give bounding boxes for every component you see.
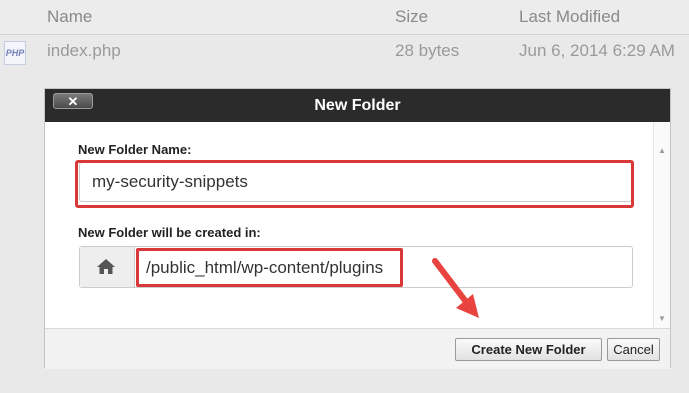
- cancel-button[interactable]: Cancel: [607, 338, 660, 361]
- dialog-body: ▲ ▼ New Folder Name: New Folder will be …: [45, 122, 670, 328]
- dialog-scrollbar[interactable]: ▲ ▼: [653, 122, 670, 328]
- file-name: index.php: [47, 41, 121, 60]
- folder-name-label: New Folder Name:: [78, 142, 192, 157]
- location-path-field[interactable]: /public_html/wp-content/plugins: [79, 246, 633, 288]
- create-folder-button[interactable]: Create New Folder: [455, 338, 602, 361]
- column-size-header[interactable]: Size: [395, 7, 428, 27]
- new-folder-dialog: ✕ New Folder ▲ ▼ New Folder Name: New Fo…: [44, 88, 671, 369]
- location-path: /public_html/wp-content/plugins: [146, 258, 384, 277]
- dialog-title: New Folder: [314, 97, 401, 114]
- dialog-titlebar[interactable]: ✕ New Folder: [45, 89, 670, 122]
- file-modified: Jun 6, 2014 6:29 AM: [519, 41, 675, 60]
- column-name-header[interactable]: Name: [47, 7, 92, 27]
- location-label: New Folder will be created in:: [78, 225, 261, 240]
- folder-name-input[interactable]: [79, 162, 632, 202]
- scroll-down-icon[interactable]: ▼: [654, 314, 670, 323]
- dialog-footer: Create New Folder Cancel: [45, 328, 670, 369]
- file-size: 28 bytes: [395, 41, 460, 60]
- file-list-header: Name Size Last Modified: [0, 0, 689, 35]
- file-row[interactable]: PHP index.php 28 bytes Jun 6, 2014 6:29 …: [0, 35, 689, 67]
- scroll-up-icon[interactable]: ▲: [654, 146, 670, 155]
- column-modified-header[interactable]: Last Modified: [519, 7, 620, 27]
- home-icon: [80, 247, 135, 287]
- php-file-icon: PHP: [4, 41, 26, 65]
- close-button[interactable]: ✕: [53, 93, 93, 109]
